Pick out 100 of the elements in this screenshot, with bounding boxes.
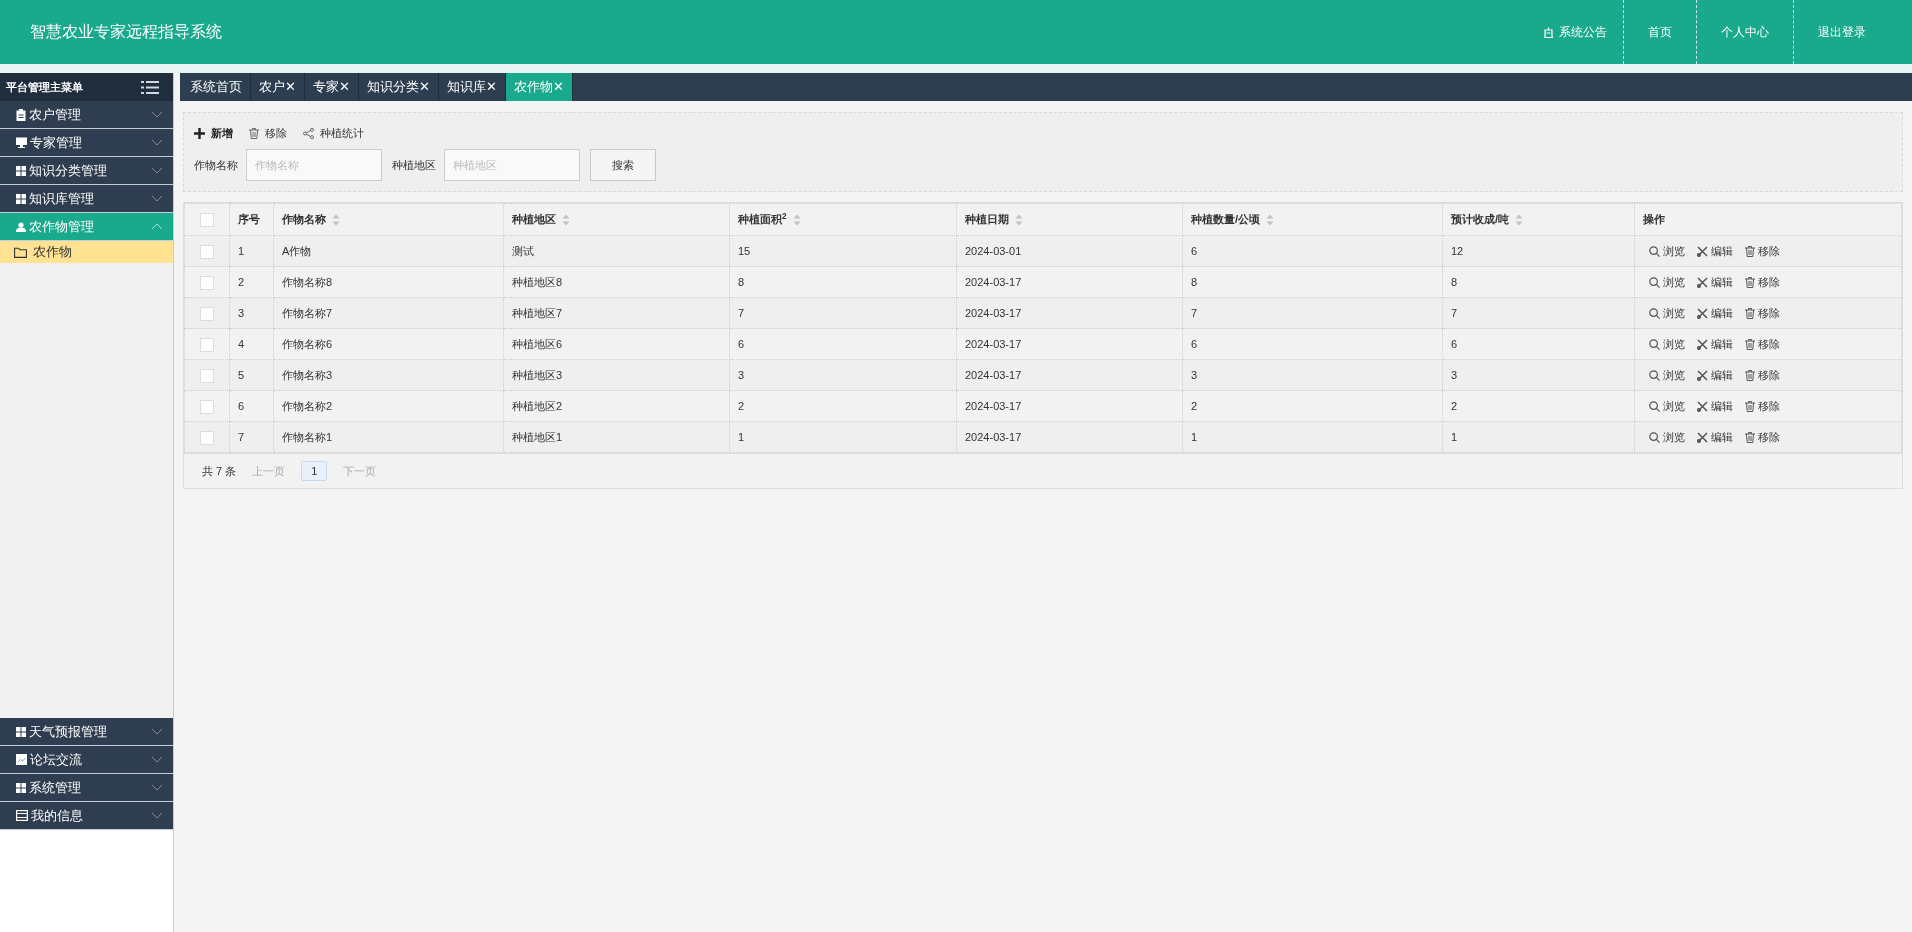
search-button[interactable]: 搜索 (590, 149, 656, 181)
table-cell: 3 (738, 368, 745, 381)
sidebar-menu-item[interactable]: 专家管理 (0, 129, 173, 157)
toolbar-button[interactable]: 移除 (249, 124, 287, 142)
toolbar-button[interactable]: 种植统计 (303, 124, 364, 142)
table-cell: 7 (1451, 306, 1458, 319)
table-cell: 2024-03-01 (965, 244, 1022, 257)
row-checkbox[interactable] (200, 368, 214, 383)
table-cell: 7 (238, 430, 245, 443)
table-cell: 6 (738, 337, 745, 350)
table-cell: 种植地区7 (512, 306, 563, 319)
table-cell: 7 (1191, 306, 1198, 319)
action-link[interactable]: 移除 (1745, 428, 1780, 446)
tab-close-icon[interactable]: ✕ (285, 77, 296, 97)
share-icon (303, 127, 314, 139)
action-link[interactable]: 浏览 (1649, 242, 1685, 260)
row-checkbox[interactable] (200, 399, 214, 414)
field-label: 种植地区 (392, 157, 436, 173)
action-link[interactable]: 移除 (1745, 397, 1780, 415)
row-checkbox[interactable] (200, 306, 214, 321)
trash-icon (249, 127, 259, 139)
action-link[interactable]: 移除 (1745, 242, 1780, 260)
trash-icon (1745, 338, 1755, 350)
tools-icon (1697, 245, 1708, 257)
sidebar-menu-item[interactable]: 系统管理 (0, 774, 173, 802)
action-link[interactable]: 编辑 (1697, 335, 1733, 353)
action-link[interactable]: 编辑 (1697, 366, 1733, 384)
action-link[interactable]: 浏览 (1649, 366, 1685, 384)
table-cell: 种植地区1 (512, 430, 563, 443)
toolbar-button[interactable]: 新增 (194, 124, 233, 142)
collapse-chevron-icon (151, 223, 163, 230)
table-cell: 3 (1451, 368, 1458, 381)
sidebar-menu-item[interactable]: 知识库管理 (0, 185, 173, 213)
table-cell: 2 (738, 399, 745, 412)
sidebar-menu-item[interactable]: 我的信息 (0, 802, 173, 830)
monitor-icon (16, 137, 27, 148)
sidebar-menu-item[interactable]: 知识分类管理 (0, 157, 173, 185)
tab-close-icon[interactable]: ✕ (486, 77, 497, 97)
menu-item-label: 知识库管理 (29, 189, 95, 208)
row-checkbox[interactable] (200, 337, 214, 352)
table-cell: 测试 (512, 244, 534, 257)
column-header[interactable]: 种植面积$^{2}$ (738, 211, 787, 228)
action-link[interactable]: 移除 (1745, 335, 1780, 353)
menu-item-label: 论坛交流 (30, 750, 83, 769)
tools-icon (1697, 338, 1708, 350)
menu-item-label: 天气预报管理 (29, 722, 108, 741)
action-link[interactable]: 浏览 (1649, 397, 1685, 415)
submenu-item[interactable]: 农作物 (0, 241, 173, 263)
search-icon (1649, 276, 1660, 288)
sidebar-menu-item[interactable]: 农户管理 (0, 101, 173, 129)
tab-close-icon[interactable]: ✕ (419, 77, 430, 97)
window-icon (16, 810, 28, 821)
menu-item-label: 专家管理 (30, 133, 83, 152)
table-cell: 2024-03-17 (965, 275, 1022, 288)
input-field[interactable]: 作物名称 (246, 149, 382, 181)
table-cell: 6 (238, 399, 245, 412)
column-header[interactable]: 种植地区 (512, 211, 556, 228)
sidebar-menu-item[interactable]: 天气预报管理 (0, 718, 173, 746)
menu-item-label: 我的信息 (31, 806, 84, 825)
action-link[interactable]: 编辑 (1697, 397, 1733, 415)
table-cell: 2 (1451, 399, 1458, 412)
column-header[interactable]: 种植日期 (965, 211, 1009, 228)
action-link[interactable]: 浏览 (1649, 428, 1685, 446)
action-link[interactable]: 移除 (1745, 366, 1780, 384)
action-link[interactable]: 浏览 (1649, 304, 1685, 322)
table-cell: 1 (738, 430, 745, 443)
row-checkbox[interactable] (200, 244, 214, 259)
column-header[interactable]: 种植数量/公顷 (1191, 211, 1261, 228)
action-link[interactable]: 浏览 (1649, 273, 1685, 291)
column-header[interactable]: 预计收成/吨 (1451, 211, 1510, 228)
page-button[interactable]: 1 (301, 461, 328, 481)
header-checkbox[interactable] (200, 213, 214, 228)
table-cell: 作物名称1 (282, 430, 333, 443)
table-cell: 7 (738, 306, 745, 319)
action-link[interactable]: 浏览 (1649, 335, 1685, 353)
table-cell: 12 (1451, 244, 1464, 257)
table-cell: A作物 (282, 244, 312, 257)
menu-icon[interactable] (141, 80, 159, 94)
table-cell: 4 (238, 337, 245, 350)
column-header[interactable]: 操作 (1643, 211, 1665, 228)
grid-icon (16, 165, 26, 176)
user-icon (16, 221, 26, 232)
row-checkbox[interactable] (200, 430, 214, 445)
action-link[interactable]: 编辑 (1697, 304, 1733, 322)
action-link[interactable]: 移除 (1745, 304, 1780, 322)
action-link[interactable]: 移除 (1745, 273, 1780, 291)
trash-icon (1745, 307, 1755, 319)
expand-chevron-icon (151, 728, 163, 735)
action-link[interactable]: 编辑 (1697, 273, 1733, 291)
action-link[interactable]: 编辑 (1697, 242, 1733, 260)
sidebar-menu-item[interactable]: 论坛交流 (0, 746, 173, 774)
tab-close-icon[interactable]: ✕ (339, 77, 350, 97)
action-link[interactable]: 编辑 (1697, 428, 1733, 446)
table-cell: 2024-03-17 (965, 430, 1022, 443)
row-checkbox[interactable] (200, 275, 214, 290)
field-label: 作物名称 (194, 157, 238, 173)
tools-icon (1697, 276, 1708, 288)
tools-icon (1697, 431, 1708, 443)
table-cell: 6 (1191, 244, 1198, 257)
column-header[interactable]: 作物名称 (282, 211, 326, 228)
